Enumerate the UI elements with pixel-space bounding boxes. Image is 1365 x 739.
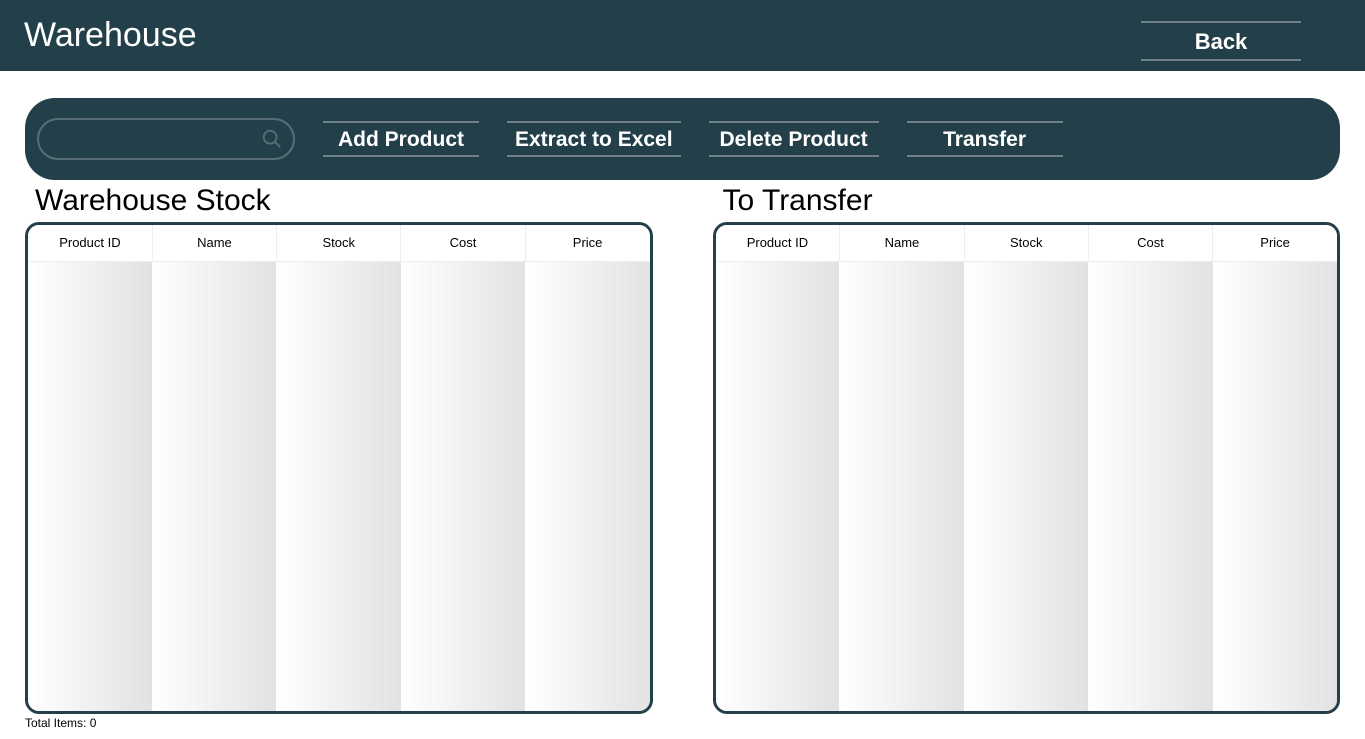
total-items-label: Total Items: 0 <box>25 716 1365 730</box>
delete-product-button[interactable]: Delete Product <box>709 121 879 157</box>
transfer-button[interactable]: Transfer <box>907 121 1063 157</box>
stock-body-col <box>526 262 650 712</box>
stock-col-stock[interactable]: Stock <box>277 225 401 261</box>
transfer-col-product-id[interactable]: Product ID <box>716 225 840 261</box>
transfer-body-col <box>716 262 841 712</box>
stock-body-col <box>28 262 153 712</box>
add-product-button[interactable]: Add Product <box>323 121 479 157</box>
extract-to-excel-button[interactable]: Extract to Excel <box>507 121 681 157</box>
back-button[interactable]: Back <box>1141 21 1301 61</box>
transfer-body-col <box>1214 262 1338 712</box>
transfer-table[interactable]: Product ID Name Stock Cost Price <box>716 225 1338 262</box>
transfer-col-stock[interactable]: Stock <box>964 225 1088 261</box>
stock-col-name[interactable]: Name <box>152 225 276 261</box>
transfer-col-name[interactable]: Name <box>840 225 964 261</box>
page-title: Warehouse <box>24 16 197 55</box>
panel-warehouse-stock: Warehouse Stock Product ID Name Stock Co… <box>25 182 653 714</box>
panel-to-transfer: To Transfer Product ID Name Stock Cost P… <box>713 182 1341 714</box>
stock-table[interactable]: Product ID Name Stock Cost Price <box>28 225 650 262</box>
transfer-table-body <box>716 262 1338 712</box>
stock-col-product-id[interactable]: Product ID <box>28 225 152 261</box>
transfer-col-price[interactable]: Price <box>1213 225 1337 261</box>
stock-body-col <box>277 262 402 712</box>
panel-title-transfer: To Transfer <box>723 184 1341 218</box>
stock-body-col <box>153 262 278 712</box>
search-wrap <box>37 118 295 160</box>
stock-table-frame: Product ID Name Stock Cost Price <box>25 222 653 714</box>
search-input[interactable] <box>37 118 295 160</box>
transfer-table-frame: Product ID Name Stock Cost Price <box>713 222 1341 714</box>
transfer-body-col <box>840 262 965 712</box>
stock-table-body <box>28 262 650 712</box>
transfer-col-cost[interactable]: Cost <box>1088 225 1212 261</box>
toolbar: Add Product Extract to Excel Delete Prod… <box>25 98 1340 180</box>
panel-title-stock: Warehouse Stock <box>35 184 653 218</box>
app-header: Warehouse Back <box>0 0 1365 71</box>
transfer-body-col <box>965 262 1090 712</box>
transfer-table-header-row: Product ID Name Stock Cost Price <box>716 225 1338 261</box>
stock-table-header-row: Product ID Name Stock Cost Price <box>28 225 650 261</box>
stock-col-price[interactable]: Price <box>525 225 649 261</box>
stock-col-cost[interactable]: Cost <box>401 225 525 261</box>
transfer-body-col <box>1089 262 1214 712</box>
stock-body-col <box>402 262 527 712</box>
panels: Warehouse Stock Product ID Name Stock Co… <box>0 182 1365 714</box>
